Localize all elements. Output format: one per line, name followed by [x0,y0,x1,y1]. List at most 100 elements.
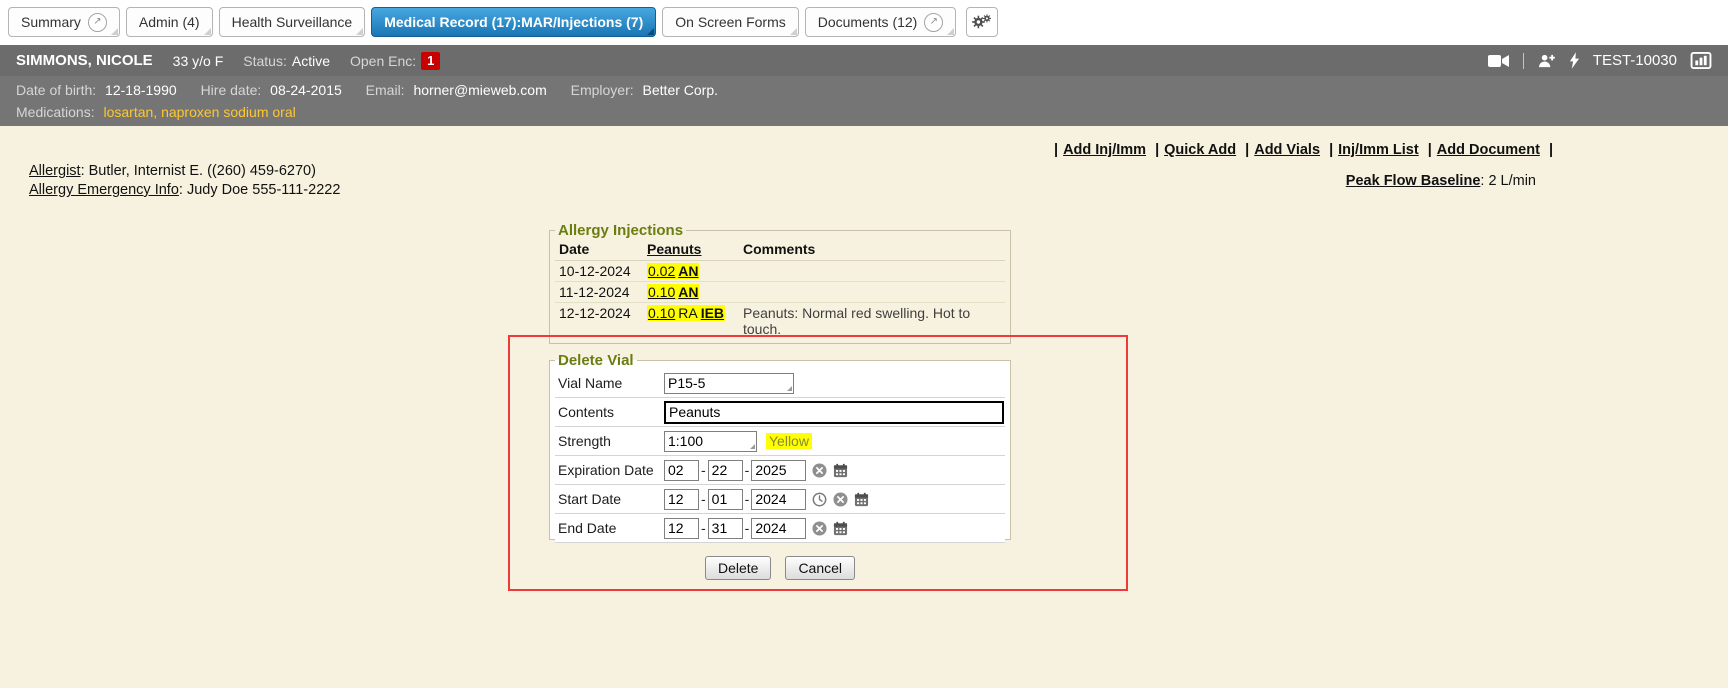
strength-label: Strength [558,433,664,449]
status-label: Status: [243,53,287,69]
expiration-month-input[interactable] [664,460,699,481]
delete-vial-actions: Delete Cancel [549,556,1011,580]
tab-medical-record[interactable]: Medical Record (17):MAR/Injections (7) [371,7,656,37]
medications-line: Medications: losartan, naproxen sodium o… [16,101,1712,123]
peak-flow-value: : 2 L/min [1480,173,1536,189]
add-person-icon[interactable] [1537,53,1556,68]
link-inj-imm-list[interactable]: Inj/Imm List [1338,142,1419,158]
tab-health-surveillance[interactable]: Health Surveillance [219,7,366,37]
date-dash: - [745,462,750,478]
allergy-contacts: Allergist: Butler, Internist E. ((260) 4… [29,162,340,200]
bar-chart-icon[interactable] [1690,52,1712,69]
link-separator: | [1054,142,1058,158]
color-tag: Yellow [766,433,812,449]
link-separator: | [1329,142,1333,158]
link-quick-add[interactable]: Quick Add [1164,142,1236,158]
end-year-input[interactable] [751,518,806,539]
expiration-day-input[interactable] [708,460,743,481]
reaction-code-link[interactable]: IEB [701,305,724,321]
link-add-vials[interactable]: Add Vials [1254,142,1320,158]
link-add-inj-imm[interactable]: Add Inj/Imm [1063,142,1146,158]
delete-button[interactable]: Delete [705,556,771,580]
vial-name-input[interactable] [664,373,794,394]
patient-id: TEST-10030 [1593,52,1677,69]
peak-flow-link[interactable]: Peak Flow Baseline [1346,173,1481,189]
tab-on-screen-forms[interactable]: On Screen Forms [662,7,798,37]
lightning-bolt-icon[interactable] [1569,52,1580,69]
date-dash: - [701,520,706,536]
open-enc-badge[interactable]: 1 [421,52,440,70]
start-year-input[interactable] [751,489,806,510]
reaction-code-link[interactable]: AN [678,263,698,279]
link-separator: | [1428,142,1432,158]
employer-label: Employer: [571,82,634,98]
allergist-link[interactable]: Allergist [29,163,81,179]
date-dash: - [745,520,750,536]
calendar-icon[interactable] [854,492,869,507]
tab-bar: Summary ↗ Admin (4) Health Surveillance … [0,0,1728,45]
dose-link[interactable]: 0.10 [648,305,675,321]
tab-admin[interactable]: Admin (4) [126,7,213,37]
link-add-document[interactable]: Add Document [1437,142,1540,158]
end-date-label: End Date [558,520,664,536]
patient-age-sex: 33 y/o F [173,53,224,69]
tab-documents-label: Documents (12) [818,14,918,30]
gear-icon [972,13,992,31]
hire-date-value: 08-24-2015 [270,82,342,98]
tab-medical-record-label: Medical Record (17):MAR/Injections (7) [384,14,643,30]
column-date: Date [555,239,643,261]
tab-summary[interactable]: Summary ↗ [8,7,120,37]
cell-comment [739,282,1005,303]
end-month-input[interactable] [664,518,699,539]
tab-admin-label: Admin (4) [139,14,200,30]
hire-date-label: Hire date: [201,82,262,98]
table-header-row: Date Peanuts Comments [555,239,1005,261]
dose-highlight: 0.10AN [647,284,699,300]
medication-link[interactable]: losartan [103,104,153,120]
dose-mid: RA [678,305,697,321]
cancel-button[interactable]: Cancel [785,556,855,580]
tab-documents[interactable]: Documents (12) ↗ [805,7,957,37]
date-dash: - [701,462,706,478]
clock-icon[interactable] [812,492,827,507]
start-date-label: Start Date [558,491,664,507]
popout-icon[interactable]: ↗ [88,13,107,32]
video-camera-icon[interactable] [1488,54,1510,68]
dob-label: Date of birth: [16,82,96,98]
popout-icon[interactable]: ↗ [924,13,943,32]
vial-name-row: Vial Name [555,369,1005,398]
dose-link[interactable]: 0.02 [648,263,675,279]
delete-vial-panel: Delete Vial Vial Name Contents Strength … [549,352,1011,540]
settings-gear-button[interactable] [966,7,998,37]
link-separator: | [1549,142,1553,158]
contents-row: Contents [555,398,1005,427]
clear-date-icon[interactable] [812,521,827,536]
header-actions: TEST-10030 [1488,52,1712,69]
column-peanuts-link[interactable]: Peanuts [643,239,739,261]
clear-date-icon[interactable] [812,463,827,478]
start-month-input[interactable] [664,489,699,510]
calendar-icon[interactable] [833,463,848,478]
allergist-value: : Butler, Internist E. ((260) 459-6270) [81,163,316,179]
cell-dose: 0.10AN [643,282,739,303]
reaction-code-link[interactable]: AN [678,284,698,300]
dose-link[interactable]: 0.10 [648,284,675,300]
medication-link[interactable]: naproxen sodium oral [161,104,296,120]
expiration-year-input[interactable] [751,460,806,481]
clear-date-icon[interactable] [833,492,848,507]
tab-health-surveillance-label: Health Surveillance [232,14,353,30]
contents-input[interactable] [664,401,1004,424]
delete-vial-legend: Delete Vial [555,352,637,369]
end-day-input[interactable] [708,518,743,539]
cell-dose: 0.10RAIEB [643,303,739,340]
divider [1523,53,1524,69]
strength-input[interactable] [664,431,757,452]
calendar-icon[interactable] [833,521,848,536]
start-day-input[interactable] [708,489,743,510]
allergy-emergency-link[interactable]: Allergy Emergency Info [29,182,179,198]
tab-summary-label: Summary [21,14,81,30]
cell-comment [739,261,1005,282]
expiration-date-label: Expiration Date [558,462,664,478]
employer-value: Better Corp. [643,82,718,98]
patient-name: SIMMONS, NICOLE [16,52,153,69]
